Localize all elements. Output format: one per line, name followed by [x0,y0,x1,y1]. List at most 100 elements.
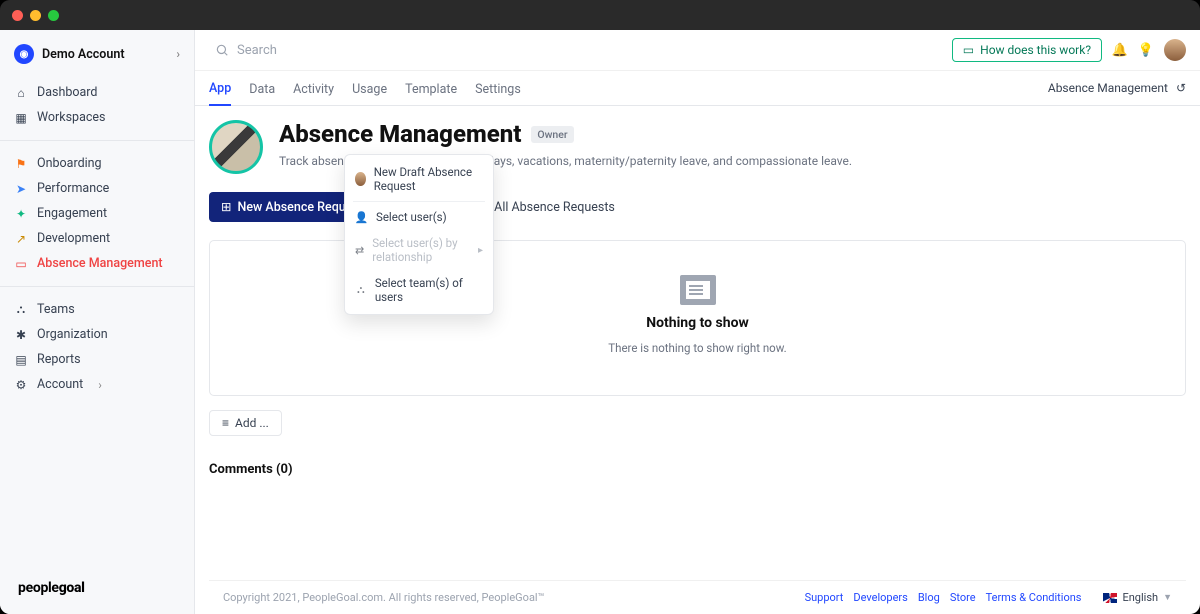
nav-label: Development [37,231,110,246]
footer-terms[interactable]: Terms & Conditions [986,591,1082,604]
nav-label: Absence Management [37,256,163,271]
history-icon[interactable]: ↺ [1176,81,1186,95]
nav-label: Engagement [37,206,107,221]
window-min-dot[interactable] [30,10,41,21]
laptop-icon: ▭ [14,257,28,271]
nav-label: Onboarding [37,156,102,171]
team-icon: ⛬ [355,284,367,297]
grid-icon: ▦ [14,111,28,125]
reports-icon: ▤ [14,353,28,367]
nav-engagement[interactable]: ✦Engagement [0,201,194,226]
filter-all-requests[interactable]: All Absence Requests [494,200,615,215]
topbar: Search ▭ How does this work? 🔔 💡 [195,30,1200,71]
popup-select-teams[interactable]: ⛬ Select team(s) of users [345,270,493,310]
account-icon: ◉ [14,44,34,64]
gear-icon: ⚙ [14,378,28,392]
user-avatar[interactable] [1164,39,1186,61]
tabs: App Data Activity Usage Template Setting… [195,71,1200,106]
breadcrumb: Absence Management ↺ [1048,81,1186,95]
document-icon [680,275,716,305]
popup-new-draft[interactable]: New Draft Absence Request [345,159,493,199]
footer-support[interactable]: Support [805,591,844,604]
tab-settings[interactable]: Settings [475,72,521,105]
nav-teams[interactable]: ⛬ Teams [0,297,194,322]
popup-label: Select user(s) [376,210,447,224]
chevron-right-icon: › [176,47,180,61]
language-label: English [1122,591,1158,604]
user-plus-icon: 👤 [355,211,368,224]
main: Search ▭ How does this work? 🔔 💡 App Dat… [195,30,1200,614]
nav-absence[interactable]: ▭ Absence Management [0,251,194,276]
app-avatar [209,120,263,174]
sidebar: ◉ Demo Account › ⌂Dashboard ▦Workspaces … [0,30,195,614]
nav-label: Performance [37,181,109,196]
how-does-this-work-button[interactable]: ▭ How does this work? [952,38,1102,62]
plus-doc-icon: ⊞ [221,199,231,215]
tab-data[interactable]: Data [249,72,275,105]
uk-flag-icon [1103,593,1117,603]
flag-icon: ⚑ [14,157,28,171]
account-switcher[interactable]: ◉ Demo Account › [0,30,194,76]
tab-template[interactable]: Template [405,72,457,105]
org-icon: ✱ [14,328,28,342]
nav-label: Account [37,377,83,392]
copyright: Copyright 2021, PeopleGoal.com. All righ… [223,591,544,604]
nav-reports[interactable]: ▤ Reports [0,347,194,372]
empty-title: Nothing to show [646,315,749,331]
search-placeholder: Search [237,43,277,58]
popup-label: Select user(s) by relationship [372,236,470,264]
footer-developers[interactable]: Developers [853,591,907,604]
nav-label: Teams [37,302,75,317]
search-icon [215,43,229,57]
home-icon: ⌂ [14,86,28,100]
send-icon: ➤ [14,182,28,196]
tab-usage[interactable]: Usage [352,72,387,105]
footer-blog[interactable]: Blog [918,591,940,604]
window-close-dot[interactable] [12,10,23,21]
bulb-icon[interactable]: 💡 [1138,42,1154,58]
book-icon: ▭ [963,43,974,57]
avatar-icon [355,172,366,186]
comments-heading: Comments (0) [209,462,1186,477]
empty-text: There is nothing to show right now. [608,341,786,355]
nav-dashboard[interactable]: ⌂ Dashboard [0,80,194,105]
growth-icon: ↗ [14,232,28,246]
nav-onboarding[interactable]: ⚑ Onboarding [0,151,194,176]
nav-development[interactable]: ↗ Development [0,226,194,251]
nav-workspaces[interactable]: ▦ Workspaces [0,105,194,130]
add-button[interactable]: ≡ Add ... [209,410,282,436]
popup-separator [353,201,485,202]
nav-label: Dashboard [37,85,97,100]
brand-logo: peoplegoal [0,562,194,614]
nav-label: Workspaces [37,110,106,125]
toolbar: ⊞ New Absence Request our Colleagues All… [209,192,1186,222]
popup-label: Select team(s) of users [375,276,483,304]
nav-account[interactable]: ⚙ Account › [0,372,194,397]
language-switcher[interactable]: English ▼ [1103,591,1172,604]
relationship-icon: ⇄ [355,244,364,257]
content: Absence Management Owner Track absences … [195,106,1200,614]
chevron-down-icon: ▼ [1163,592,1172,603]
tab-activity[interactable]: Activity [293,72,334,105]
footer: Copyright 2021, PeopleGoal.com. All righ… [209,580,1186,614]
nav-label: Organization [37,327,108,342]
nav-organization[interactable]: ✱ Organization [0,322,194,347]
button-label: Add ... [235,416,269,430]
footer-store[interactable]: Store [950,591,976,604]
mac-titlebar [0,0,1200,30]
window-max-dot[interactable] [48,10,59,21]
search-input[interactable]: Search [209,39,942,62]
team-icon: ⛬ [14,303,28,317]
page-title: Absence Management Owner [279,120,852,148]
popup-select-by-relationship: ⇄ Select user(s) by relationship ▸ [345,230,493,270]
chevron-right-icon: ▸ [478,245,483,256]
bell-icon[interactable]: 🔔 [1112,42,1128,58]
nav-label: Reports [37,352,81,367]
tab-app[interactable]: App [209,71,231,106]
chevron-right-icon: › [98,378,102,392]
list-icon: ≡ [222,416,229,430]
nav-performance[interactable]: ➤ Performance [0,176,194,201]
popup-select-users[interactable]: 👤 Select user(s) [345,204,493,230]
owner-badge: Owner [531,126,573,143]
nav-separator [0,140,194,141]
